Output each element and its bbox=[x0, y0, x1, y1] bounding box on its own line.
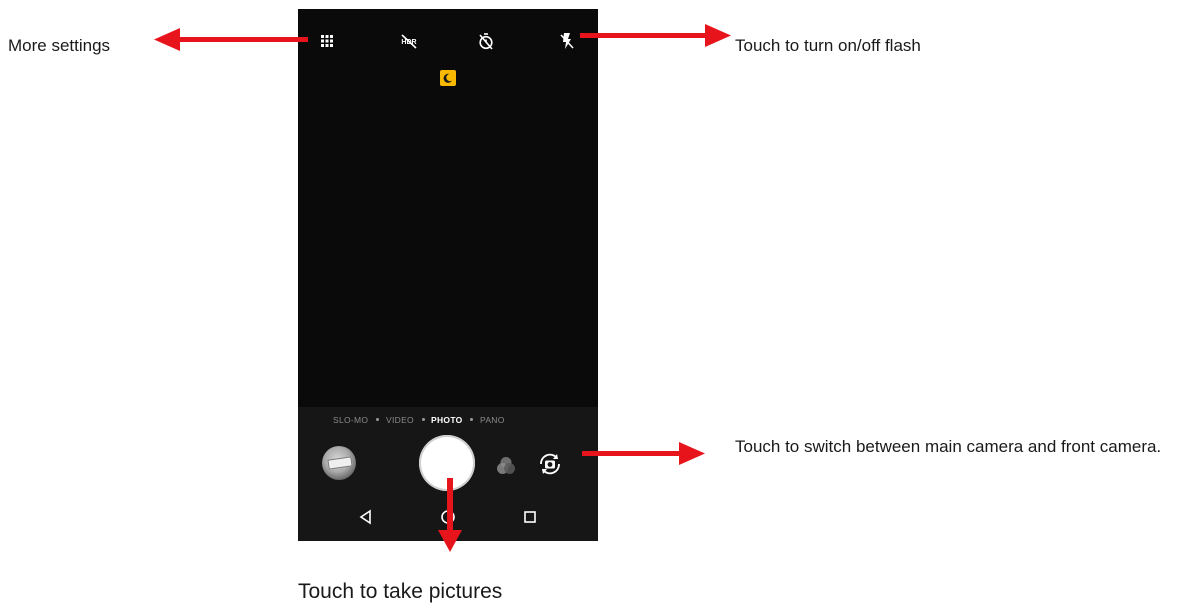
arrow-more-settings-head bbox=[154, 28, 180, 51]
arrow-more-settings-shaft bbox=[176, 37, 308, 42]
arrow-switch-shaft bbox=[582, 451, 682, 456]
arrow-switch-head bbox=[679, 442, 705, 465]
arrow-flash-head bbox=[705, 24, 731, 47]
arrow-flash-shaft bbox=[580, 33, 708, 38]
annotation-arrows bbox=[154, 24, 731, 552]
arrow-shutter-head bbox=[438, 530, 462, 552]
arrow-shutter-shaft bbox=[447, 478, 453, 534]
